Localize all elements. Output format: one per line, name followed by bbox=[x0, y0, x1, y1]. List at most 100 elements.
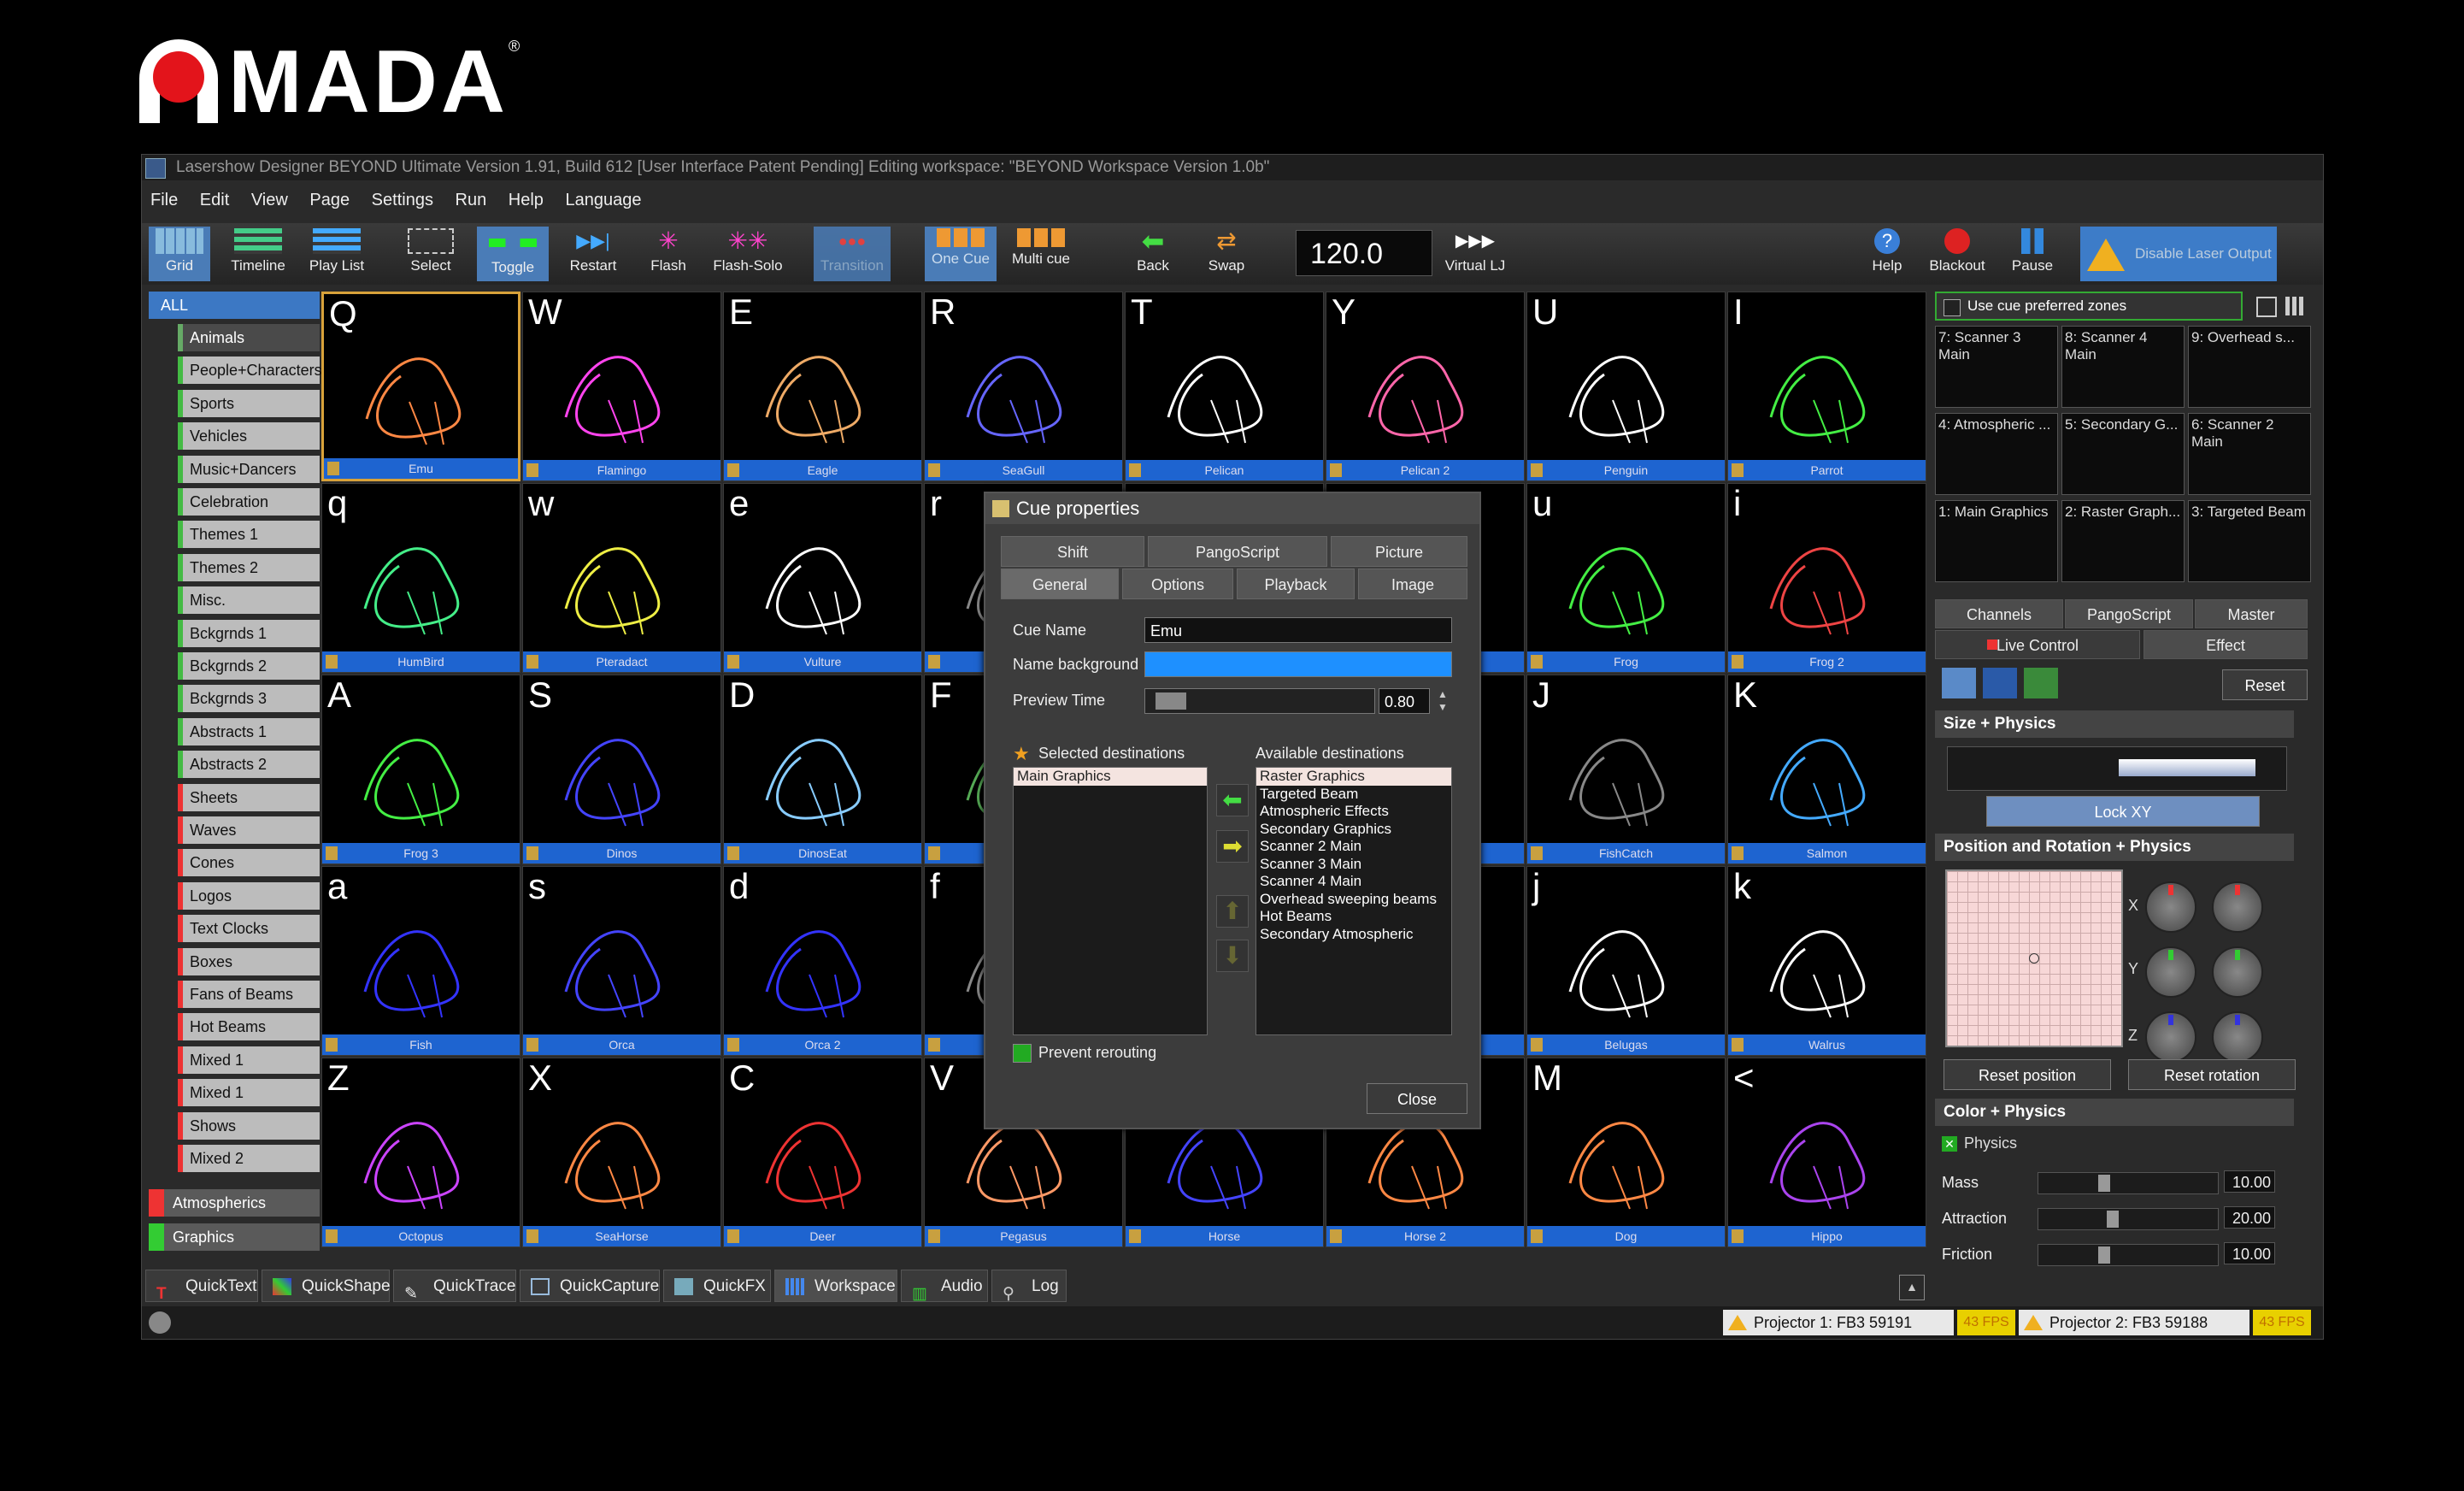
cue-cell[interactable]: R SeaGull bbox=[924, 292, 1123, 481]
sidebar-item[interactable]: Shows bbox=[178, 1111, 320, 1140]
multi-cue-button[interactable]: Multi cue bbox=[1005, 227, 1077, 281]
sidebar-item[interactable]: Sheets bbox=[178, 783, 320, 811]
mode-icon-2[interactable] bbox=[1983, 668, 2017, 698]
remove-destination-button[interactable]: ➡ bbox=[1216, 830, 1249, 863]
sidebar-item-all[interactable]: ALL bbox=[149, 292, 320, 319]
sidebar-item[interactable]: Fans of Beams bbox=[178, 981, 320, 1008]
attraction-value[interactable]: 20.00 bbox=[2224, 1206, 2275, 1229]
virtual-lj-button[interactable]: ▶▶▶ Virtual LJ bbox=[1441, 227, 1509, 281]
sidebar-item[interactable]: Cones bbox=[178, 849, 320, 877]
sidebar-item-atmospherics[interactable]: Atmospherics bbox=[149, 1189, 320, 1217]
add-destination-button[interactable]: ⬅ bbox=[1216, 784, 1249, 816]
preview-time-spinner[interactable]: ▲ ▼ bbox=[1433, 688, 1452, 714]
cue-cell[interactable]: Y Pelican 2 bbox=[1326, 292, 1525, 481]
reset-button[interactable]: Reset bbox=[2222, 669, 2308, 700]
slider-thumb[interactable] bbox=[1156, 692, 1186, 710]
disable-laser-output-button[interactable]: Disable Laser Output bbox=[2080, 227, 2277, 281]
zone-cell[interactable]: 8: Scanner 4 Main bbox=[2061, 326, 2185, 408]
lock-xy-button[interactable]: Lock XY bbox=[1986, 796, 2260, 827]
sidebar-item[interactable]: Logos bbox=[178, 881, 320, 910]
cue-cell[interactable]: Z Octopus bbox=[321, 1058, 520, 1247]
position-pad[interactable] bbox=[1945, 869, 2123, 1047]
mass-slider[interactable] bbox=[2038, 1172, 2219, 1194]
cue-cell[interactable]: T Pelican bbox=[1125, 292, 1324, 481]
menu-settings[interactable]: Settings bbox=[372, 191, 433, 209]
tab-workspace[interactable]: Workspace bbox=[774, 1270, 897, 1302]
tab-options[interactable]: Options bbox=[1122, 569, 1233, 599]
sidebar-item[interactable]: Waves bbox=[178, 816, 320, 844]
tab-right-pangoscript[interactable]: PangoScript bbox=[2065, 599, 2193, 628]
y-rotation-knob[interactable] bbox=[2212, 946, 2263, 998]
use-zones-checkbox[interactable] bbox=[1944, 299, 1961, 316]
sidebar-item[interactable]: Themes 1 bbox=[178, 521, 320, 549]
sidebar-item[interactable]: Misc. bbox=[178, 586, 320, 615]
available-destinations-list[interactable]: Raster Graphics Targeted Beam Atmospheric … bbox=[1256, 767, 1452, 1035]
sidebar-item[interactable]: Vehicles bbox=[178, 422, 320, 451]
menu-edit[interactable]: Edit bbox=[200, 191, 229, 209]
cue-cell[interactable]: q HumBird bbox=[321, 483, 520, 673]
cue-cell[interactable]: < Hippo bbox=[1727, 1058, 1926, 1247]
toggle-button[interactable]: Toggle bbox=[477, 227, 549, 281]
cue-cell[interactable]: i Frog 2 bbox=[1727, 483, 1926, 673]
tab-quicktrace[interactable]: ✎ QuickTrace bbox=[393, 1270, 516, 1303]
single-view-icon[interactable] bbox=[2256, 297, 2277, 317]
cue-cell[interactable]: Q Emu bbox=[321, 292, 520, 481]
list-item[interactable]: Hot Beams bbox=[1256, 908, 1451, 926]
sidebar-item[interactable]: Themes 2 bbox=[178, 553, 320, 581]
cue-cell[interactable]: e Vulture bbox=[723, 483, 922, 673]
sidebar-item[interactable]: Sports bbox=[178, 389, 320, 417]
list-item[interactable]: Scanner 3 Main bbox=[1256, 856, 1451, 874]
close-button[interactable]: Close bbox=[1367, 1083, 1467, 1114]
cue-cell[interactable]: U Penguin bbox=[1526, 292, 1726, 481]
mass-value[interactable]: 10.00 bbox=[2224, 1170, 2275, 1193]
x-rotation-knob[interactable] bbox=[2212, 881, 2263, 933]
move-up-button[interactable]: ⬆ bbox=[1216, 895, 1249, 928]
selected-destinations-list[interactable]: Main Graphics bbox=[1013, 767, 1208, 1035]
one-cue-button[interactable]: One Cue bbox=[925, 227, 997, 281]
flash-solo-button[interactable]: ✳✳ Flash-Solo bbox=[709, 227, 786, 281]
attraction-slider[interactable] bbox=[2038, 1208, 2219, 1230]
list-item[interactable]: Secondary Atmospheric bbox=[1256, 926, 1451, 944]
grid-button[interactable]: Grid bbox=[149, 227, 210, 281]
tab-pangoscript[interactable]: PangoScript bbox=[1148, 536, 1327, 567]
sidebar-item[interactable]: Bckgrnds 3 bbox=[178, 685, 320, 713]
pause-button[interactable]: Pause bbox=[2005, 227, 2060, 281]
blackout-button[interactable]: Blackout bbox=[1923, 227, 1991, 281]
cue-cell[interactable]: X SeaHorse bbox=[522, 1058, 721, 1247]
menu-language[interactable]: Language bbox=[565, 191, 641, 209]
cue-cell[interactable]: D DinosEat bbox=[723, 675, 922, 864]
zone-cell[interactable]: 1: Main Graphics bbox=[1935, 500, 2058, 582]
cue-cell[interactable]: W Flamingo bbox=[522, 292, 721, 481]
sidebar-item[interactable]: Mixed 1 bbox=[178, 1046, 320, 1074]
projector-2-status[interactable]: Projector 2: FB3 59188 bbox=[2019, 1310, 2249, 1335]
sidebar-item[interactable]: Mixed 1 bbox=[178, 1079, 320, 1107]
y-position-knob[interactable] bbox=[2145, 946, 2196, 998]
zone-cell[interactable]: 9: Overhead s... bbox=[2188, 326, 2311, 408]
list-item[interactable]: Atmospheric Effects bbox=[1256, 803, 1451, 821]
friction-slider[interactable] bbox=[2038, 1244, 2219, 1266]
sidebar-item[interactable]: Abstracts 2 bbox=[178, 751, 320, 779]
list-item[interactable]: Main Graphics bbox=[1014, 768, 1207, 786]
cue-cell[interactable]: J FishCatch bbox=[1526, 675, 1726, 864]
cue-name-input[interactable]: Emu bbox=[1144, 617, 1452, 643]
zone-cell[interactable]: 5: Secondary G... bbox=[2061, 413, 2185, 495]
cue-cell[interactable]: I Parrot bbox=[1727, 292, 1926, 481]
zone-cell[interactable]: 4: Atmospheric ... bbox=[1935, 413, 2058, 495]
cue-cell[interactable]: a Fish bbox=[321, 866, 520, 1056]
sidebar-item[interactable]: Bckgrnds 2 bbox=[178, 652, 320, 680]
sidebar-item[interactable]: Mixed 2 bbox=[178, 1145, 320, 1172]
move-down-button[interactable]: ⬇ bbox=[1216, 940, 1249, 972]
sidebar-item[interactable]: Boxes bbox=[178, 947, 320, 975]
cue-cell[interactable]: j Belugas bbox=[1526, 866, 1726, 1056]
cue-cell[interactable]: S Dinos bbox=[522, 675, 721, 864]
mode-icon-3[interactable] bbox=[2024, 668, 2058, 698]
sidebar-item[interactable]: People+Characters bbox=[178, 357, 322, 385]
restart-button[interactable]: ▶▶| Restart bbox=[559, 227, 627, 281]
list-item[interactable]: Overhead sweeping beams bbox=[1256, 891, 1451, 909]
friction-slider-thumb[interactable] bbox=[2098, 1246, 2110, 1264]
color-physics-header[interactable]: Color + Physics bbox=[1935, 1099, 2294, 1126]
mass-slider-thumb[interactable] bbox=[2098, 1175, 2110, 1192]
position-rotation-header[interactable]: Position and Rotation + Physics bbox=[1935, 834, 2294, 861]
tab-quicktext[interactable]: T QuickText bbox=[145, 1270, 258, 1303]
zone-cell[interactable]: 2: Raster Graph... bbox=[2061, 500, 2185, 582]
